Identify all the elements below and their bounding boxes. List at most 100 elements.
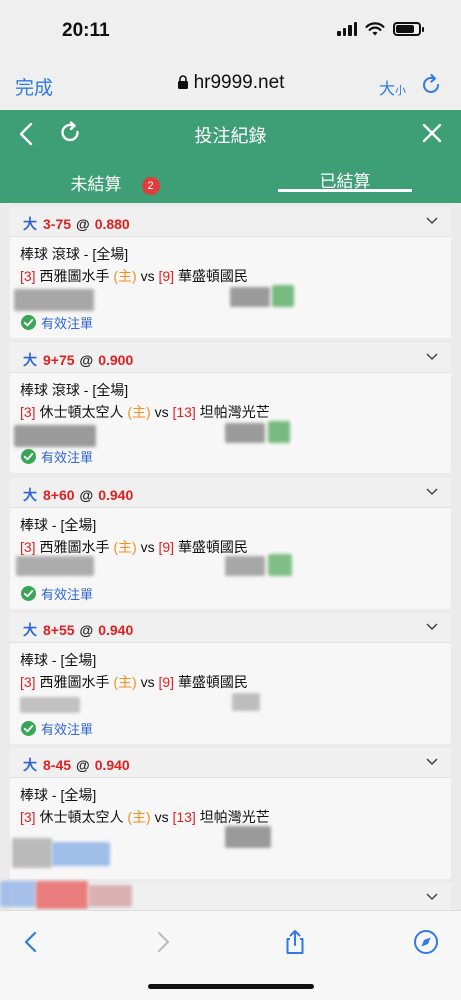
compass-icon[interactable] [413,929,439,955]
vs-label: vs [140,268,155,284]
bet-line: 8+55 [43,622,75,638]
chevron-down-icon[interactable] [426,758,438,766]
lock-icon [177,75,188,89]
back-icon[interactable] [18,929,44,955]
bet-card-body: 棒球 - [全場] [3] 西雅圖水手 (主) vs [9] 華盛頓國民 有效注… [10,508,451,608]
bet-status-label: 有效注單 [41,316,94,331]
bet-line: 3-75 [43,216,72,232]
home-team: 休士頓太空人 [39,809,124,825]
away-rank: [13] [172,809,196,825]
home-rank: [3] [20,404,36,420]
chevron-down-icon[interactable] [426,623,438,631]
league-name: 棒球 - [全場] [20,787,97,803]
match-teams: [3] 西雅圖水手 (主) vs [9] 華盛頓國民 [20,673,441,691]
tab-bar: 未結算 2 已結算 [0,158,461,203]
bet-card-header[interactable]: 大 8+60 @0.940 [10,478,451,508]
vs-label: vs [154,809,169,825]
redacted-area [268,554,292,576]
text-size-label: 大 [378,81,395,98]
bet-record-list[interactable]: 大 3-75 @0.880 棒球 滾球 - [全場] [3] 西雅圖水手 (主) v… [0,203,461,910]
redacted-area [14,425,96,447]
away-rank: [9] [158,539,175,555]
reload-icon[interactable] [419,72,443,96]
home-tag: (主) [113,268,137,284]
redacted-area [0,881,36,907]
bet-card[interactable]: 大 3-75 @0.880 棒球 滾球 - [全場] [3] 西雅圖水手 (主) v… [10,207,451,338]
match-teams: [3] 西雅圖水手 (主) vs [9] 華盛頓國民 [20,538,441,556]
match-teams: [3] 休士頓太空人 (主) vs [13] 坦帕灣光芒 [20,808,441,826]
status-icons [337,22,424,36]
bet-at: @ [79,487,94,503]
unsettled-count-badge: 2 [141,177,160,195]
home-rank: [3] [20,809,36,825]
home-team: 西雅圖水手 [39,674,110,690]
vs-label: vs [140,539,155,555]
bet-at: @ [79,622,94,638]
bet-line: 9+75 [43,352,75,368]
check-icon [21,586,36,601]
league-name: 棒球 - [全場] [20,517,97,533]
wifi-icon [365,22,385,36]
league-name: 棒球 - [全場] [20,652,97,668]
home-tag: (主) [113,539,137,555]
vs-label: vs [140,674,155,690]
redacted-area [14,289,94,311]
tab-unsettled[interactable]: 未結算 2 [0,158,230,203]
home-indicator [148,984,314,989]
close-icon[interactable] [421,122,443,144]
bet-odds: 0.880 [94,216,130,232]
app-header: 投注紀錄 [0,110,461,158]
forward-icon[interactable] [150,929,176,955]
away-rank: [13] [172,404,196,420]
bet-card-header[interactable]: 大 8+55 @0.940 [10,613,451,643]
text-size-button[interactable]: 大小 [379,75,406,99]
chevron-down-icon[interactable] [426,893,438,901]
active-tab-indicator [278,189,412,192]
bet-card[interactable]: 大 8-45 @0.940 棒球 - [全場] [3] 休士頓太空人 (主) vs … [10,748,451,879]
bet-type: 大 [23,622,37,638]
away-rank: [9] [158,268,175,284]
away-team: 坦帕灣光芒 [199,404,270,420]
bet-card[interactable]: 大 9+75 @0.900 棒球 滾球 - [全場] [3] 休士頓太空人 (主) … [10,343,451,473]
match-teams: [3] 西雅圖水手 (主) vs [9] 華盛頓國民 [20,267,441,285]
chevron-down-icon[interactable] [426,488,438,496]
league-name: 棒球 滾球 - [全場] [20,246,129,262]
home-rank: [3] [20,539,36,555]
bet-odds: 0.940 [98,622,134,638]
league-name: 棒球 滾球 - [全場] [20,382,129,398]
bet-card-header[interactable]: 大 3-75 @0.880 [10,207,451,237]
tab-unsettled-label: 未結算 [70,175,122,194]
bet-card-header[interactable]: 大 9+75 @0.900 [10,343,451,373]
match-teams: [3] 休士頓太空人 (主) vs [13] 坦帕灣光芒 [20,403,441,421]
bet-card[interactable]: 大 8+60 @0.940 棒球 - [全場] [3] 西雅圖水手 (主) vs [… [10,478,451,609]
check-icon [21,315,36,330]
bet-card[interactable]: 大 8+55 @0.940 棒球 - [全場] [3] 西雅圖水手 (主) vs [… [10,613,451,744]
status-bar: 20:11 [0,0,461,62]
away-team: 華盛頓國民 [177,268,248,284]
bet-at: @ [79,352,94,368]
home-tag: (主) [127,404,151,420]
battery-icon [393,22,424,36]
bet-type: 大 [23,487,37,503]
browser-url-bar: 完成 hr9999.net 大小 [0,62,461,110]
bet-odds: 0.940 [98,487,134,503]
bet-card-header[interactable]: 大 8-45 @0.940 [10,748,451,778]
share-icon[interactable] [282,929,308,955]
bet-odds: 0.940 [94,757,130,773]
text-size-small-label: 小 [395,85,406,97]
redacted-area [225,423,265,443]
bet-line: 8+60 [43,487,75,503]
bet-status-label: 有效注單 [41,450,94,465]
chevron-down-icon[interactable] [426,217,438,225]
bet-at: @ [76,216,90,232]
redacted-area [52,842,110,866]
redacted-area [225,556,265,576]
bet-card-body: 棒球 滾球 - [全場] [3] 西雅圖水手 (主) vs [9] 華盛頓國民 … [10,237,451,337]
vs-label: vs [154,404,169,420]
home-rank: [3] [20,268,36,284]
chevron-down-icon[interactable] [426,353,438,361]
home-team: 西雅圖水手 [39,539,110,555]
bet-status-label: 有效注單 [41,722,94,737]
check-icon [21,721,36,736]
tab-settled[interactable]: 已結算 [230,158,460,203]
